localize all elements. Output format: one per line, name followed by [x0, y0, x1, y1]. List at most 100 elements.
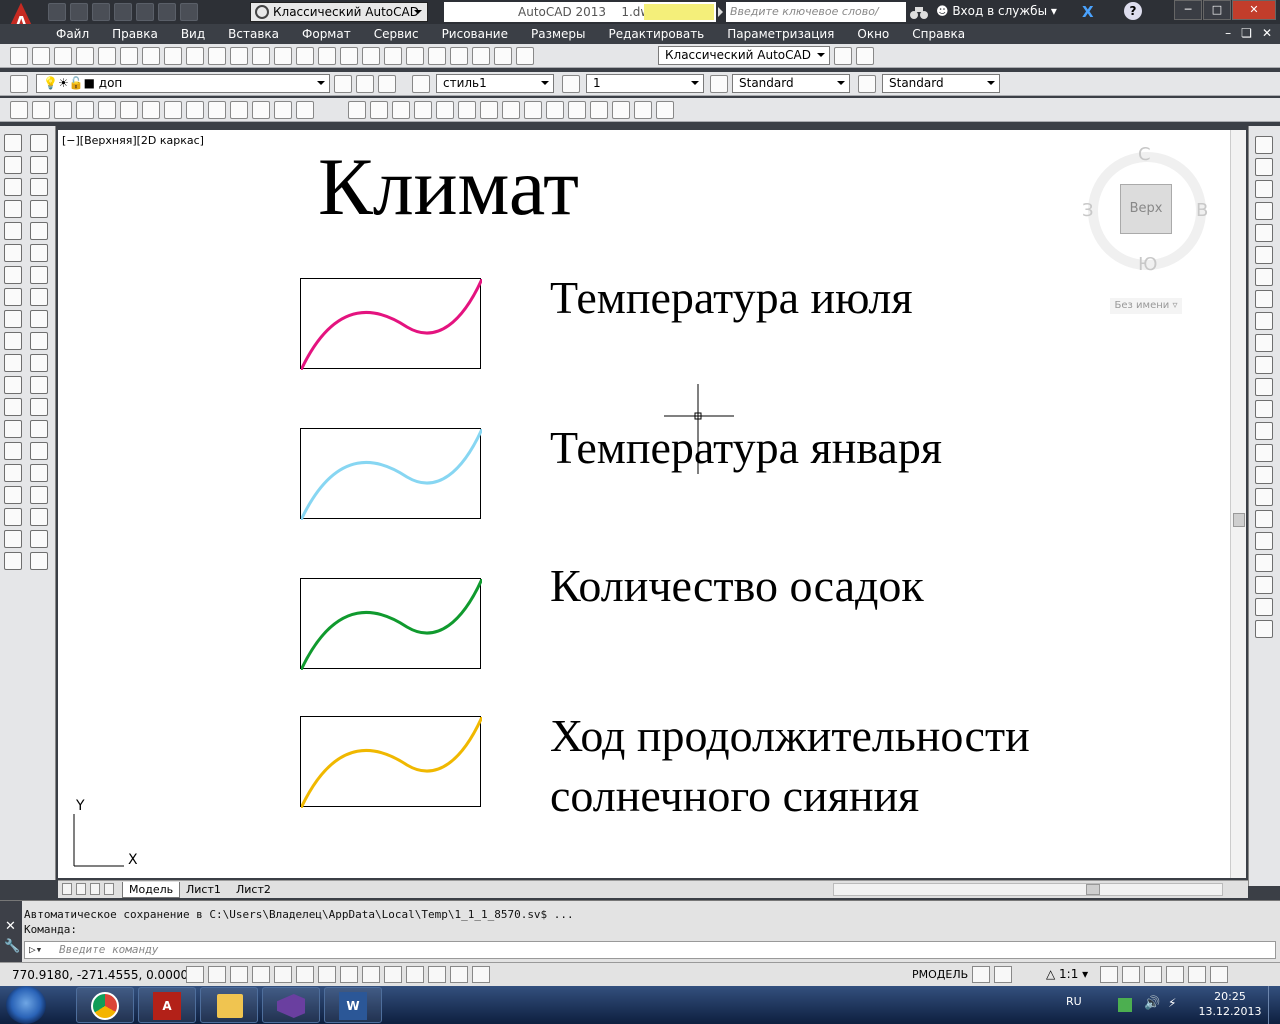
transparency-icon[interactable] — [428, 966, 446, 983]
mtext-icon[interactable] — [4, 530, 22, 548]
snap-intersection-icon[interactable] — [392, 101, 410, 119]
object-snap-tracking-icon[interactable] — [340, 966, 358, 983]
snap-parallel-icon[interactable] — [546, 101, 564, 119]
angular-icon[interactable] — [164, 101, 182, 119]
close-button[interactable]: ✕ — [1232, 0, 1276, 20]
multileader-style-icon[interactable] — [858, 75, 876, 93]
explode-icon[interactable] — [30, 486, 48, 504]
snap-settings-icon[interactable] — [656, 101, 674, 119]
tab-first-icon[interactable] — [62, 883, 72, 895]
menu-dimension[interactable]: Размеры — [531, 27, 586, 41]
vertical-scrollbar[interactable] — [1230, 130, 1246, 878]
tab-layout2[interactable]: Лист2 — [230, 882, 277, 898]
fillet-icon[interactable] — [30, 442, 48, 460]
zoom-window-icon[interactable] — [340, 47, 358, 65]
grid-icon[interactable] — [1255, 224, 1273, 242]
subtract-icon[interactable] — [1255, 532, 1273, 550]
circle-icon[interactable] — [4, 266, 22, 284]
slice-icon[interactable] — [1255, 576, 1273, 594]
wrench-icon[interactable]: 🔧 — [4, 939, 20, 954]
horizontal-scrollbar[interactable] — [833, 883, 1223, 896]
table-style-icon[interactable] — [710, 75, 728, 93]
layer-combo[interactable]: 💡☀🔓■ доп — [36, 74, 330, 93]
dynamic-input-icon[interactable] — [384, 966, 402, 983]
tolerance-icon[interactable] — [296, 101, 314, 119]
publish-icon[interactable] — [120, 47, 138, 65]
menu-help[interactable]: Справка — [912, 27, 965, 41]
compass-west[interactable]: З — [1082, 200, 1094, 221]
help-icon[interactable]: ? — [1124, 2, 1142, 20]
extend-icon[interactable] — [30, 354, 48, 372]
quick-dim-icon[interactable] — [186, 101, 204, 119]
selection-cycling-icon[interactable] — [472, 966, 490, 983]
snap-midpoint-icon[interactable] — [370, 101, 388, 119]
loft-icon[interactable] — [1255, 444, 1273, 462]
restore-button[interactable]: □ — [1203, 0, 1231, 20]
save-icon[interactable] — [54, 47, 72, 65]
point-icon[interactable] — [4, 420, 22, 438]
extrude-icon[interactable] — [1255, 400, 1273, 418]
menu-draw[interactable]: Рисование — [442, 27, 508, 41]
match-properties-icon[interactable] — [208, 47, 226, 65]
intersect-icon[interactable] — [1255, 554, 1273, 572]
dynamic-ucs-icon[interactable] — [362, 966, 380, 983]
tool-palettes-icon[interactable] — [428, 47, 446, 65]
table-style-combo[interactable]: Standard — [882, 74, 1000, 93]
snap-perpendicular-icon[interactable] — [524, 101, 542, 119]
clean-screen-icon[interactable] — [1210, 966, 1228, 983]
imprint-icon[interactable] — [1255, 620, 1273, 638]
menu-format[interactable]: Формат — [302, 27, 351, 41]
surface-icon[interactable] — [1255, 180, 1273, 198]
viewport-label[interactable]: [−][Верхняя][2D каркас] — [62, 134, 204, 147]
viewcube-face-top[interactable]: Верх — [1120, 184, 1172, 234]
snap-quadrant-icon[interactable] — [480, 101, 498, 119]
vertical-scroll-thumb[interactable] — [1233, 513, 1245, 527]
layer-previous-icon[interactable] — [356, 75, 374, 93]
ordinate-icon[interactable] — [76, 101, 94, 119]
model-space-toggle[interactable]: РМОДЕЛЬ — [912, 968, 968, 981]
undo-icon[interactable] — [158, 3, 176, 21]
copy-icon[interactable] — [164, 47, 182, 65]
tab-layout1[interactable]: Лист1 — [180, 882, 227, 898]
sheet-set-icon[interactable] — [450, 47, 468, 65]
snap-tangent-icon[interactable] — [502, 101, 520, 119]
table-icon[interactable] — [4, 508, 22, 526]
minimize-button[interactable]: ─ — [1174, 0, 1202, 20]
quick-view-drawings-icon[interactable] — [994, 966, 1012, 983]
named-view-dropdown[interactable]: Без имени ▿ — [1110, 298, 1182, 314]
make-block-icon[interactable] — [4, 398, 22, 416]
save-as-icon[interactable] — [114, 3, 132, 21]
thicken-icon[interactable] — [1255, 598, 1273, 616]
doc-minimize-icon[interactable]: – — [1225, 26, 1231, 40]
region-icon[interactable] — [4, 486, 22, 504]
open-file-icon[interactable] — [70, 3, 88, 21]
cut-icon[interactable] — [142, 47, 160, 65]
pyramid-icon[interactable] — [1255, 378, 1273, 396]
save-icon[interactable] — [92, 3, 110, 21]
zoom-realtime-icon[interactable] — [318, 47, 336, 65]
arc-length-icon[interactable] — [54, 101, 72, 119]
jogged-icon[interactable] — [120, 101, 138, 119]
dimension-style-icon[interactable] — [562, 75, 580, 93]
menu-modify[interactable]: Редактировать — [609, 27, 705, 41]
line-icon[interactable] — [4, 134, 22, 152]
arc-icon[interactable] — [4, 244, 22, 262]
workspace-combo[interactable]: Классический AutoCAD — [658, 46, 830, 65]
start-button[interactable] — [6, 986, 46, 1024]
insert-block-icon[interactable] — [4, 376, 22, 394]
sweep-icon[interactable] — [1255, 202, 1273, 220]
hatch-icon[interactable] — [4, 442, 22, 460]
revision-cloud-icon[interactable] — [4, 288, 22, 306]
dim-space-icon[interactable] — [252, 101, 270, 119]
grid-display-icon[interactable] — [230, 966, 248, 983]
blend-icon[interactable] — [30, 464, 48, 482]
visual-studio-icon[interactable] — [262, 987, 320, 1023]
command-input[interactable]: ▷▾ Введите команду — [24, 941, 1276, 959]
power-icon[interactable]: ⚡ — [1168, 996, 1176, 1010]
add-selected-icon[interactable] — [4, 552, 22, 570]
exchange-icon[interactable]: X — [1082, 3, 1094, 21]
lock-ui-icon[interactable] — [1144, 966, 1162, 983]
dim-update-icon[interactable] — [30, 552, 48, 570]
snap-endpoint-icon[interactable] — [348, 101, 366, 119]
sign-in-button[interactable]: ☻ Вход в службы ▾ — [936, 4, 1057, 18]
